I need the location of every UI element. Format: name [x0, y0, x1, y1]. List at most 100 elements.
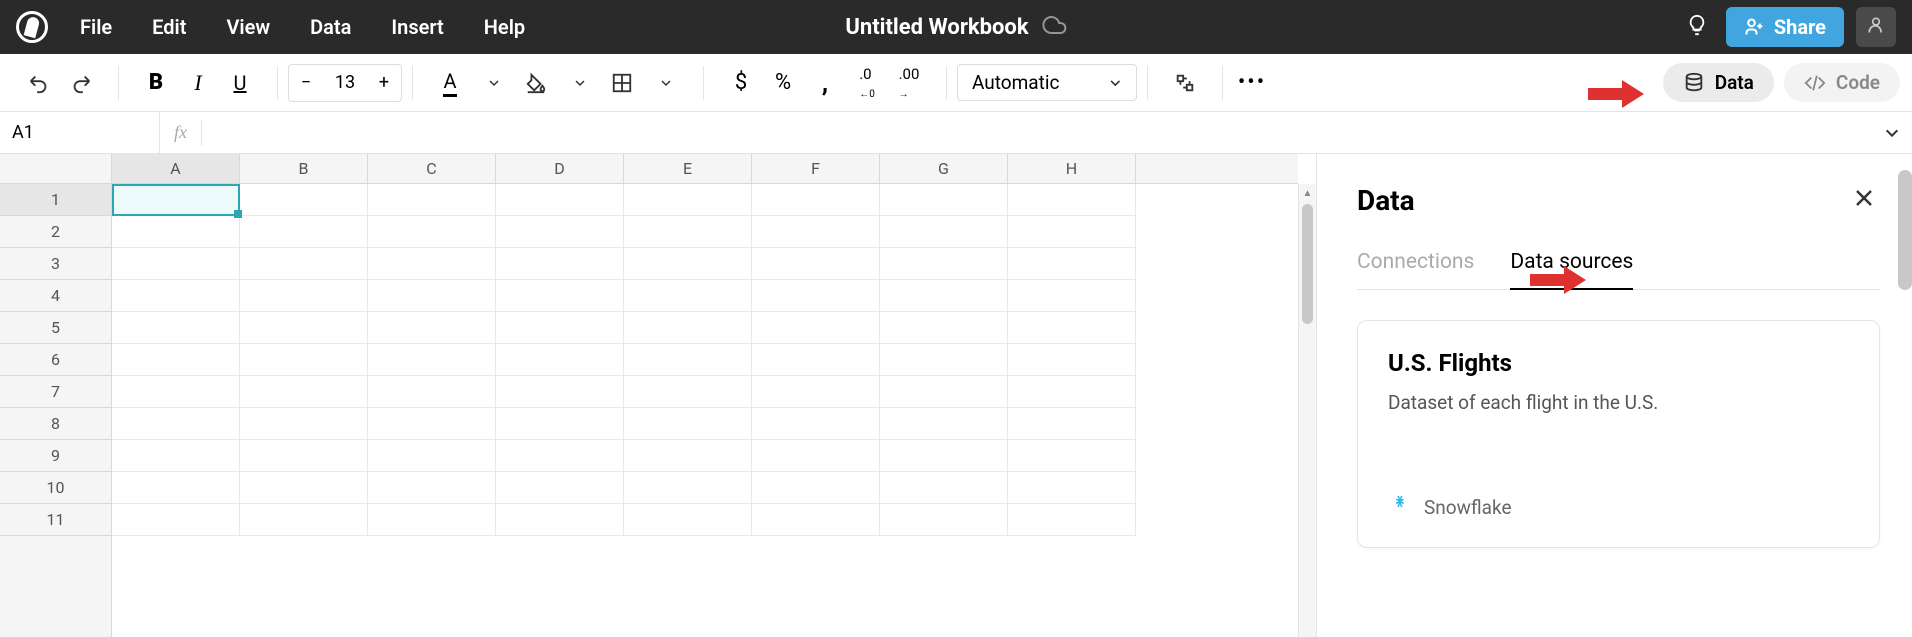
- cell[interactable]: [752, 216, 880, 248]
- col-header[interactable]: H: [1008, 154, 1136, 183]
- row-header[interactable]: 9: [0, 440, 111, 472]
- menu-file[interactable]: File: [80, 15, 112, 39]
- cell[interactable]: [752, 344, 880, 376]
- cell[interactable]: [496, 184, 624, 216]
- cell[interactable]: [240, 216, 368, 248]
- cell[interactable]: [240, 248, 368, 280]
- font-size-decrease[interactable]: −: [289, 65, 323, 101]
- underline-button[interactable]: U: [221, 64, 259, 102]
- cell[interactable]: [240, 440, 368, 472]
- cell[interactable]: [368, 440, 496, 472]
- col-header[interactable]: A: [112, 154, 240, 183]
- redo-button[interactable]: [62, 64, 100, 102]
- cell[interactable]: [496, 248, 624, 280]
- cell[interactable]: [240, 312, 368, 344]
- cell[interactable]: [368, 248, 496, 280]
- cell[interactable]: [624, 376, 752, 408]
- cell[interactable]: [496, 280, 624, 312]
- cell[interactable]: [496, 344, 624, 376]
- cell[interactable]: [880, 408, 1008, 440]
- data-panel-toggle[interactable]: Data: [1663, 63, 1774, 102]
- select-all-corner[interactable]: [0, 154, 112, 184]
- cell[interactable]: [624, 344, 752, 376]
- borders-button[interactable]: [603, 64, 641, 102]
- cell[interactable]: [1008, 440, 1136, 472]
- cell[interactable]: [112, 248, 240, 280]
- cell[interactable]: [624, 216, 752, 248]
- menu-data[interactable]: Data: [310, 15, 351, 39]
- cell[interactable]: [368, 216, 496, 248]
- cell[interactable]: [624, 248, 752, 280]
- cell[interactable]: [496, 312, 624, 344]
- cell[interactable]: [240, 344, 368, 376]
- cell[interactable]: [112, 376, 240, 408]
- cell[interactable]: [240, 184, 368, 216]
- fill-color-dropdown[interactable]: [561, 64, 599, 102]
- cell[interactable]: [368, 312, 496, 344]
- cell[interactable]: [880, 504, 1008, 536]
- cell[interactable]: [496, 504, 624, 536]
- cell[interactable]: [112, 216, 240, 248]
- col-header[interactable]: C: [368, 154, 496, 183]
- italic-button[interactable]: I: [179, 64, 217, 102]
- formula-input[interactable]: [202, 123, 1872, 143]
- tips-icon[interactable]: [1680, 8, 1714, 46]
- tab-data-sources[interactable]: Data sources: [1510, 250, 1633, 290]
- cell[interactable]: [880, 248, 1008, 280]
- cell[interactable]: [880, 216, 1008, 248]
- data-source-card[interactable]: U.S. Flights Dataset of each flight in t…: [1357, 320, 1880, 548]
- cell[interactable]: [624, 472, 752, 504]
- row-header[interactable]: 1: [0, 184, 111, 216]
- page-scrollbar-thumb[interactable]: [1898, 170, 1912, 290]
- cell[interactable]: [880, 376, 1008, 408]
- cell[interactable]: [368, 408, 496, 440]
- scroll-thumb[interactable]: [1302, 204, 1313, 324]
- cell[interactable]: [1008, 248, 1136, 280]
- text-color-dropdown[interactable]: [475, 64, 513, 102]
- cell[interactable]: [112, 472, 240, 504]
- cell[interactable]: [624, 184, 752, 216]
- cell[interactable]: [880, 280, 1008, 312]
- text-color-button[interactable]: A: [431, 64, 469, 102]
- fill-color-button[interactable]: [517, 64, 555, 102]
- cell[interactable]: [624, 440, 752, 472]
- spill-button[interactable]: [1166, 64, 1204, 102]
- cell[interactable]: [112, 312, 240, 344]
- cell[interactable]: [368, 280, 496, 312]
- cell[interactable]: [368, 472, 496, 504]
- cell[interactable]: [112, 504, 240, 536]
- font-size-value[interactable]: 13: [323, 72, 367, 93]
- scroll-up-icon[interactable]: ▲: [1299, 184, 1316, 202]
- row-header[interactable]: 11: [0, 504, 111, 536]
- cell[interactable]: [624, 504, 752, 536]
- row-header[interactable]: 3: [0, 248, 111, 280]
- cell[interactable]: [240, 504, 368, 536]
- cell[interactable]: [1008, 344, 1136, 376]
- cell[interactable]: [752, 440, 880, 472]
- font-size-increase[interactable]: +: [367, 65, 401, 101]
- cell[interactable]: [112, 344, 240, 376]
- row-header[interactable]: 4: [0, 280, 111, 312]
- cell[interactable]: [752, 472, 880, 504]
- row-header[interactable]: 5: [0, 312, 111, 344]
- cell[interactable]: [496, 376, 624, 408]
- menu-insert[interactable]: Insert: [391, 15, 443, 39]
- percent-button[interactable]: %: [764, 64, 802, 102]
- cell-a1[interactable]: [112, 184, 240, 216]
- user-menu-button[interactable]: [1856, 7, 1896, 47]
- code-panel-toggle[interactable]: Code: [1784, 63, 1900, 102]
- cell[interactable]: [240, 280, 368, 312]
- comma-button[interactable]: ,: [806, 64, 844, 102]
- col-header[interactable]: D: [496, 154, 624, 183]
- cell[interactable]: [496, 440, 624, 472]
- number-format-select[interactable]: Automatic: [957, 64, 1137, 101]
- cell[interactable]: [368, 344, 496, 376]
- cell[interactable]: [112, 440, 240, 472]
- cell[interactable]: [880, 184, 1008, 216]
- cell[interactable]: [624, 408, 752, 440]
- cell[interactable]: [1008, 408, 1136, 440]
- sheet-vertical-scrollbar[interactable]: ▲: [1298, 184, 1316, 637]
- cell[interactable]: [752, 312, 880, 344]
- cell[interactable]: [368, 376, 496, 408]
- share-button[interactable]: Share: [1726, 7, 1844, 47]
